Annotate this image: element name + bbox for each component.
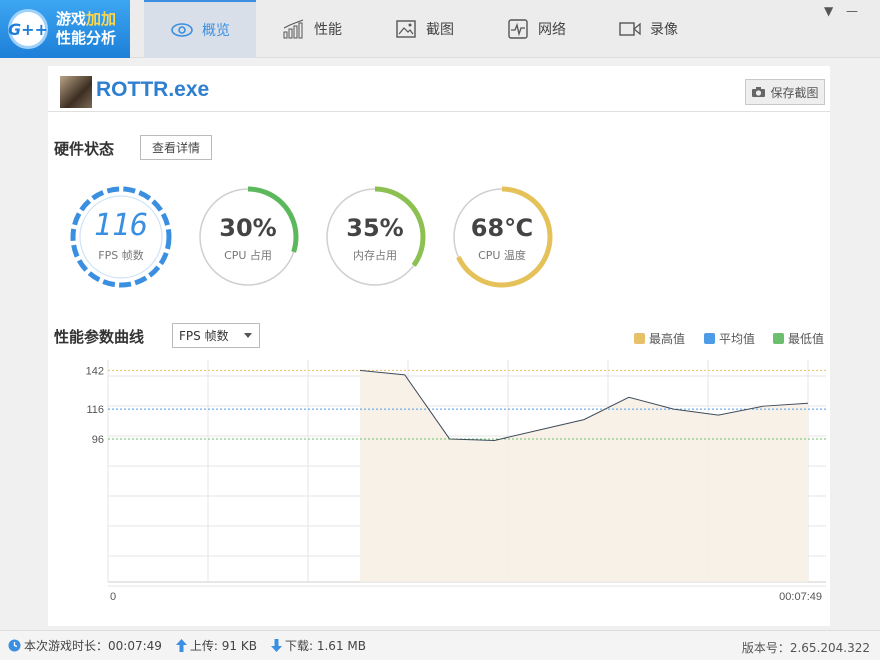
y-tick-label: 116	[86, 404, 104, 416]
camera-icon	[752, 87, 766, 97]
save-label: 保存截图	[770, 85, 819, 100]
version-value: 2.65.204.322	[789, 641, 870, 655]
memory-usage-label: 内存占用	[353, 249, 397, 262]
tab-label: 录像	[650, 22, 678, 38]
tab-label: 概览	[202, 23, 230, 39]
memory-usage-value: 35%	[346, 214, 404, 242]
chevron-down-icon	[244, 333, 252, 338]
metric-select-value: FPS 帧数	[179, 329, 229, 343]
main-tabs: 概览 性能 截图 网络 录像	[144, 0, 704, 58]
pulse-icon	[508, 19, 528, 39]
eye-icon	[171, 23, 193, 37]
arrow-up-icon	[175, 639, 187, 652]
fps-value: 116	[93, 208, 149, 243]
top-bar: G++ 游戏加加 性能分析 概览 性能 截图 网络 录像 ▼ —	[0, 0, 880, 58]
metric-select[interactable]: FPS 帧数	[172, 323, 260, 348]
download-value: 1.61 MB	[316, 638, 366, 653]
logo-line2: 性能分析	[56, 29, 117, 47]
fps-label: FPS 帧数	[98, 249, 144, 262]
hardware-title: 硬件状态	[54, 140, 115, 158]
play-duration: 本次游戏时长： 00:07:49	[8, 637, 162, 654]
x-tick-label: 00:07:49	[779, 591, 822, 603]
cpu-temp-gauge: 68℃ CPU 温度	[449, 184, 555, 290]
divider	[48, 111, 830, 112]
tab-performance[interactable]: 性能	[256, 0, 368, 58]
logo-badge: G++	[8, 9, 48, 49]
cpu-usage-gauge: 30% CPU 占用	[195, 184, 301, 290]
fps-gauge: 116 FPS 帧数	[68, 184, 174, 290]
upload-stat: 上传: 91 KB	[175, 637, 257, 654]
tab-overview[interactable]: 概览	[144, 0, 256, 58]
download-label: 下载:	[284, 639, 314, 653]
cpu-temp-value: 68℃	[470, 214, 534, 242]
tab-network[interactable]: 网络	[480, 0, 592, 58]
memory-usage-gauge: 35% 内存占用	[322, 184, 428, 290]
app-logo: G++ 游戏加加 性能分析	[0, 0, 130, 58]
logo-line1-a: 游戏	[56, 10, 87, 28]
legend-min-swatch	[773, 333, 784, 344]
arrow-down-icon	[270, 639, 282, 652]
overview-panel: ROTTR.exe 保存截图 硬件状态 查看详情 116 FPS 帧数 30% …	[48, 66, 830, 626]
legend-min-label: 最低值	[788, 332, 825, 346]
duration-label: 本次游戏时长：	[24, 639, 109, 653]
fps-area	[360, 370, 808, 582]
image-icon	[396, 20, 416, 38]
y-tick-label: 142	[86, 365, 104, 377]
cpu-usage-label: CPU 占用	[224, 249, 272, 262]
tab-label: 截图	[426, 22, 454, 38]
version-info: 版本号：2.65.204.322	[742, 639, 870, 656]
upload-value: 91 KB	[221, 638, 257, 653]
view-details-button[interactable]: 查看详情	[140, 135, 212, 160]
tab-screenshot[interactable]: 截图	[368, 0, 480, 58]
download-stat: 下载: 1.61 MB	[270, 637, 366, 654]
legend-max-label: 最高值	[649, 332, 686, 346]
cpu-temp-label: CPU 温度	[478, 249, 526, 262]
video-camera-icon	[619, 22, 641, 36]
fps-line-chart: 142 116 96 0 00:07:49	[86, 360, 826, 603]
y-tick-label: 96	[92, 434, 104, 446]
duration-value: 00:07:49	[108, 638, 162, 653]
clock-icon	[8, 639, 21, 652]
upload-label: 上传:	[189, 639, 218, 653]
tab-recording[interactable]: 录像	[592, 0, 704, 58]
game-title: ROTTR.exe	[96, 78, 210, 101]
tab-label: 性能	[314, 22, 342, 38]
legend-avg: 平均值	[704, 330, 755, 347]
game-icon	[60, 76, 92, 108]
legend-avg-label: 平均值	[719, 332, 756, 346]
bar-chart-icon	[283, 19, 304, 39]
dropdown-button[interactable]: ▼	[824, 4, 833, 18]
legend-avg-swatch	[704, 333, 715, 344]
logo-line1-b: 加加	[86, 10, 117, 28]
status-bar: 本次游戏时长： 00:07:49 上传: 91 KB 下载: 1.61 MB 版本…	[0, 630, 880, 660]
version-label: 版本号：	[741, 641, 790, 655]
legend-min: 最低值	[773, 330, 824, 347]
curve-title: 性能参数曲线	[54, 328, 145, 346]
legend-max: 最高值	[634, 330, 685, 347]
save-screenshot-button[interactable]: 保存截图	[745, 79, 825, 105]
cpu-usage-value: 30%	[219, 214, 277, 242]
tab-label: 网络	[538, 22, 566, 38]
minimize-button[interactable]: —	[846, 4, 858, 18]
legend-max-swatch	[634, 333, 645, 344]
x-tick-label: 0	[110, 591, 116, 603]
logo-text: 游戏加加 性能分析	[56, 10, 116, 48]
